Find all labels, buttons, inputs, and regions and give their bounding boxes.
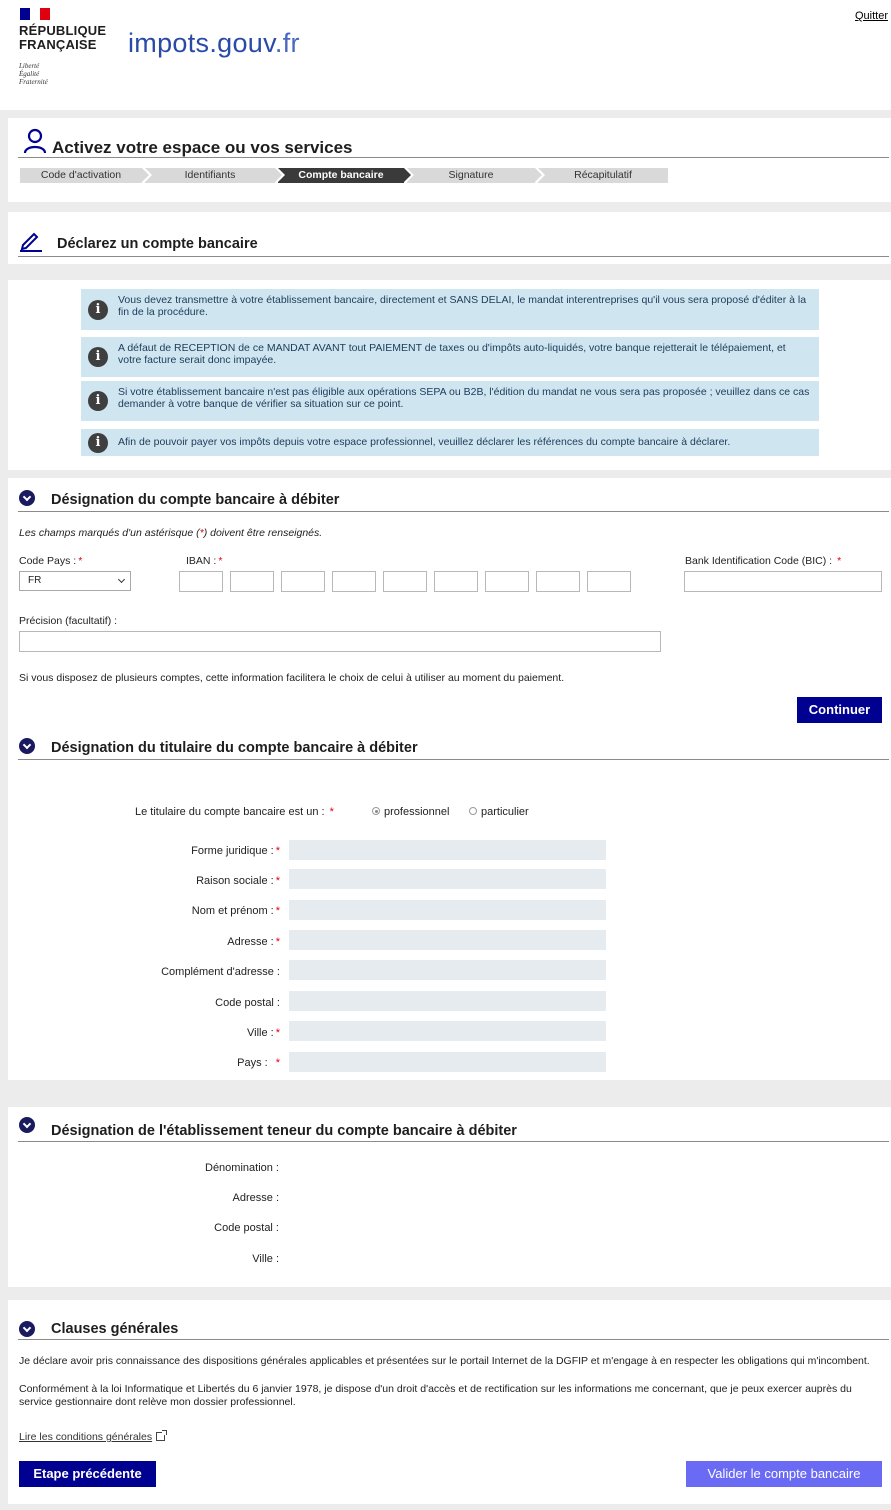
pencil-icon bbox=[20, 232, 42, 252]
clauses-section-title: Clauses générales bbox=[51, 1321, 179, 1337]
iban-input-3[interactable] bbox=[281, 571, 325, 592]
account-card bbox=[8, 478, 891, 738]
denomination-label: Dénomination : bbox=[205, 1162, 279, 1174]
info-message: i Si votre établissement bancaire n'est p… bbox=[81, 381, 819, 421]
conditions-generales-link[interactable]: Lire les conditions générales bbox=[19, 1430, 168, 1443]
step-code-activation: Code d'activation bbox=[20, 168, 149, 183]
user-icon bbox=[23, 128, 47, 154]
bank-ville-label: Ville : bbox=[252, 1253, 279, 1265]
iban-input-6[interactable] bbox=[434, 571, 478, 592]
ville-label: Ville : * bbox=[247, 1027, 280, 1039]
continue-button[interactable]: Continuer bbox=[797, 697, 882, 723]
holder-section-title: Désignation du titulaire du compte banca… bbox=[51, 740, 418, 756]
bank-divider bbox=[18, 1141, 889, 1142]
external-link-icon bbox=[156, 1430, 168, 1441]
required-fields-note: Les champs marqués d'un astérisque (*) d… bbox=[19, 527, 323, 539]
code-pays-label: Code Pays : * bbox=[19, 555, 83, 567]
activation-header-card bbox=[8, 118, 891, 202]
declare-title: Déclarez un compte bancaire bbox=[57, 236, 258, 252]
raison-sociale-field[interactable] bbox=[289, 869, 606, 889]
collapse-bank-icon[interactable] bbox=[19, 1117, 35, 1133]
account-section-title: Désignation du compte bancaire à débiter bbox=[51, 492, 340, 508]
code-postal-label: Code postal : bbox=[215, 997, 280, 1009]
french-flag-icon bbox=[20, 8, 50, 20]
info-icon: i bbox=[88, 391, 108, 411]
forme-juridique-field[interactable] bbox=[289, 840, 606, 860]
precision-label: Précision (facultatif) : bbox=[19, 615, 118, 627]
clauses-paragraph-2: Conformément à la loi Informatique et Li… bbox=[19, 1383, 852, 1408]
adresse-label: Adresse : * bbox=[227, 936, 280, 948]
ville-field[interactable] bbox=[289, 1021, 606, 1041]
nom-prenom-label: Nom et prénom : * bbox=[191, 905, 280, 917]
impots-gouv-logo[interactable]: impots.gouv.fr bbox=[128, 28, 300, 59]
republique-francaise-logo[interactable]: RÉPUBLIQUE FRANÇAISE bbox=[19, 24, 106, 52]
precision-input[interactable] bbox=[19, 631, 661, 652]
iban-input-5[interactable] bbox=[383, 571, 427, 592]
collapse-clauses-icon[interactable] bbox=[19, 1321, 35, 1337]
clauses-divider bbox=[18, 1339, 889, 1340]
info-icon: i bbox=[88, 432, 108, 453]
iban-input-7[interactable] bbox=[485, 571, 529, 592]
declare-divider bbox=[18, 256, 889, 257]
adresse-field[interactable] bbox=[289, 930, 606, 950]
previous-step-button[interactable]: Etape précédente bbox=[19, 1461, 156, 1487]
radio-professionnel[interactable]: professionnel bbox=[372, 806, 449, 818]
radio-icon bbox=[469, 807, 477, 816]
step-identifiants: Identifiants bbox=[145, 168, 282, 183]
iban-input-2[interactable] bbox=[230, 571, 274, 592]
step-recapitulatif: Récapitulatif bbox=[538, 168, 668, 183]
bank-code-postal-label: Code postal : bbox=[214, 1222, 279, 1234]
pays-field[interactable] bbox=[289, 1052, 606, 1072]
quit-link[interactable]: Quitter bbox=[855, 10, 888, 22]
info-message: i Vous devez transmettre à votre établiss… bbox=[81, 289, 819, 330]
chevron-down-icon bbox=[117, 575, 126, 584]
code-pays-select[interactable]: FR bbox=[19, 571, 131, 591]
info-message: i Afin de pouvoir payer vos impôts depuis… bbox=[81, 429, 819, 456]
step-signature: Signature bbox=[407, 168, 542, 183]
iban-input-4[interactable] bbox=[332, 571, 376, 592]
precision-help-text: Si vous disposez de plusieurs comptes, c… bbox=[19, 672, 565, 684]
republique-line2: FRANÇAISE bbox=[19, 37, 97, 52]
info-icon: i bbox=[88, 299, 108, 320]
holder-type-label: Le titulaire du compte bancaire est un :… bbox=[135, 806, 334, 818]
clauses-paragraph-1: Je déclare avoir pris connaissance des d… bbox=[19, 1355, 870, 1367]
info-icon: i bbox=[88, 347, 108, 367]
info-message: iA défaut de RECEPTION de ce MANDAT AVAN… bbox=[81, 337, 819, 377]
page-title: Activez votre espace ou vos services bbox=[52, 138, 353, 157]
progress-steps: Code d'activation Identifiants Compte ba… bbox=[20, 168, 671, 183]
bic-input[interactable] bbox=[684, 571, 882, 592]
iban-input-8[interactable] bbox=[536, 571, 580, 592]
complement-adresse-label: Complément d'adresse : bbox=[161, 966, 280, 978]
bank-section-title: Désignation de l'établissement teneur du… bbox=[51, 1123, 517, 1139]
republic-motto: Liberté Égalité Fraternité bbox=[19, 62, 48, 86]
radio-particulier[interactable]: particulier bbox=[469, 806, 529, 818]
nom-prenom-field[interactable] bbox=[289, 900, 606, 920]
account-divider bbox=[18, 511, 889, 512]
republique-line1: RÉPUBLIQUE bbox=[19, 23, 107, 38]
title-divider bbox=[18, 157, 889, 158]
pays-label: Pays : * bbox=[237, 1057, 280, 1069]
site-header: RÉPUBLIQUE FRANÇAISE Liberté Égalité Fra… bbox=[0, 0, 891, 110]
code-postal-field[interactable] bbox=[289, 991, 606, 1011]
radio-icon bbox=[372, 807, 380, 816]
complement-adresse-field[interactable] bbox=[289, 960, 606, 980]
bank-adresse-label: Adresse : bbox=[232, 1192, 279, 1204]
step-compte-bancaire: Compte bancaire bbox=[278, 168, 411, 183]
bic-label: Bank Identification Code (BIC) : * bbox=[685, 555, 842, 567]
iban-input-1[interactable] bbox=[179, 571, 223, 592]
holder-divider bbox=[18, 759, 889, 760]
iban-input-9[interactable] bbox=[587, 571, 631, 592]
collapse-account-icon[interactable] bbox=[19, 490, 35, 506]
forme-juridique-label: Forme juridique : * bbox=[191, 845, 280, 857]
raison-sociale-label: Raison sociale : * bbox=[196, 875, 280, 887]
iban-label: IBAN : * bbox=[186, 555, 223, 567]
collapse-holder-icon[interactable] bbox=[19, 738, 35, 754]
validate-account-button[interactable]: Valider le compte bancaire bbox=[686, 1461, 882, 1487]
